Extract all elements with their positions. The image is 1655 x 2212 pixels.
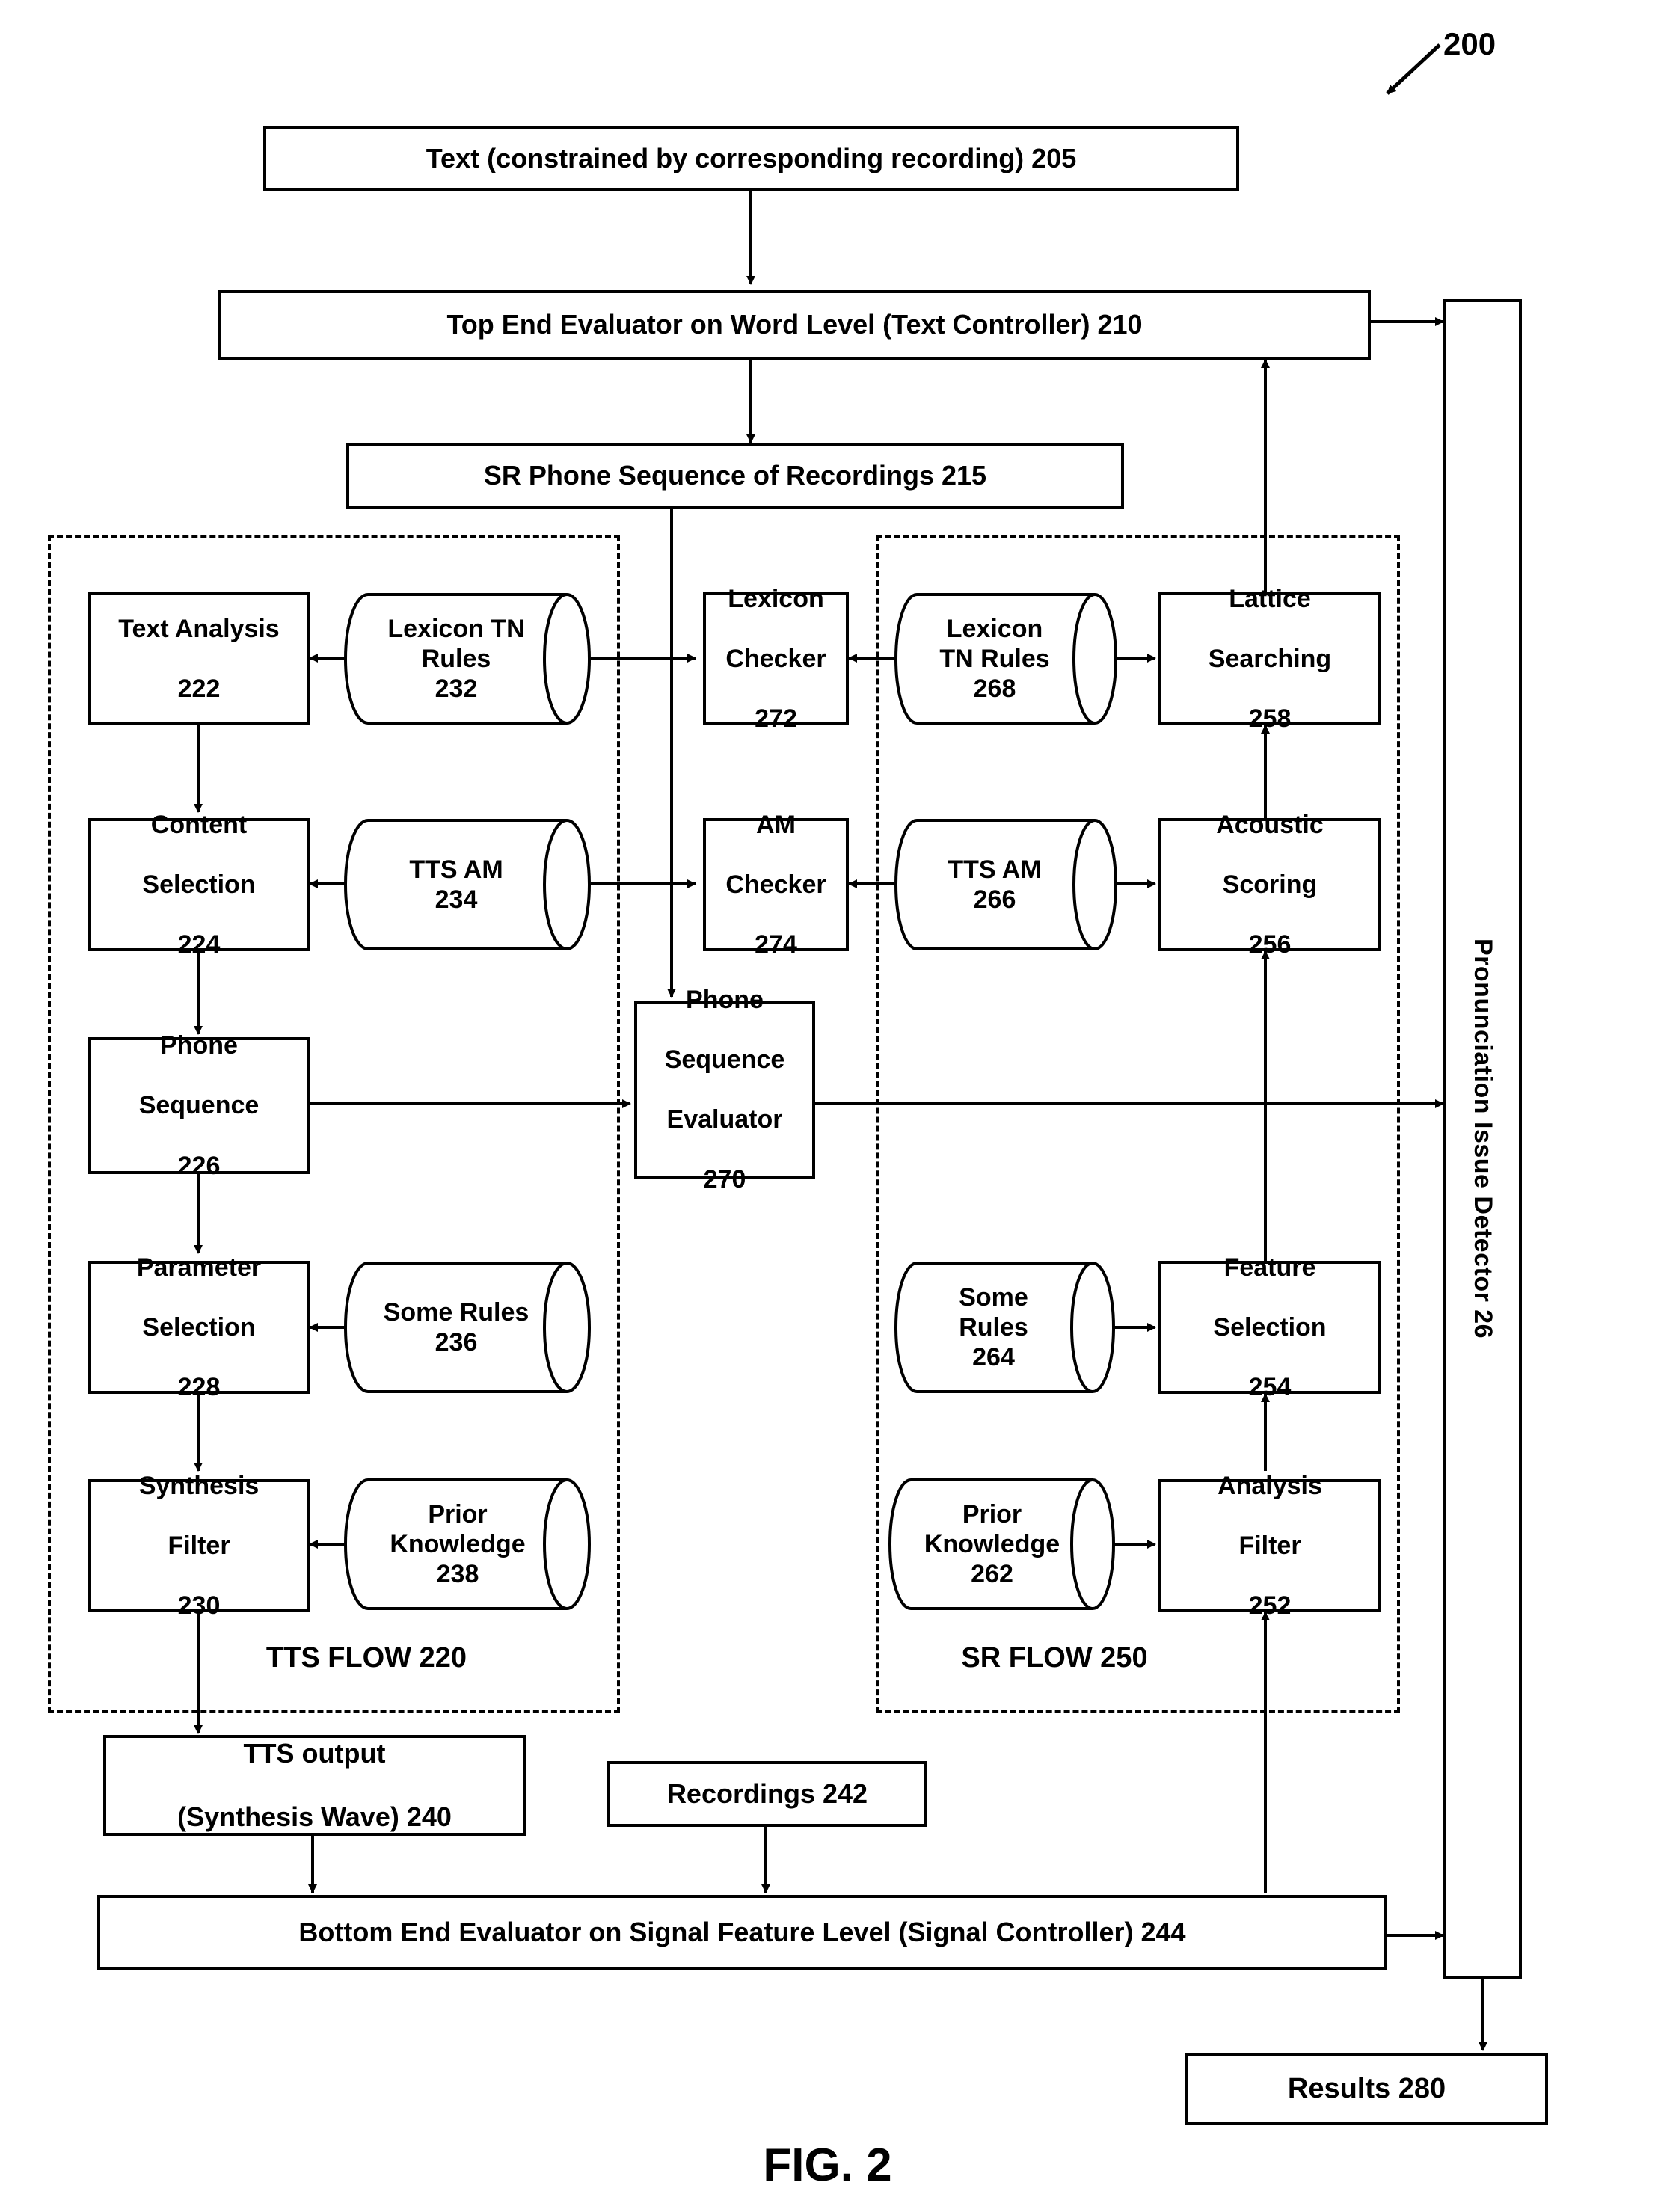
node-acoustic-scoring-256[interactable]: Acoustic Scoring 256 [1158,811,1381,959]
node-pronunciation-issue-detector-label: Pronunciation Issue Detector 26 [1469,938,1497,1339]
node-lattice-searching-258-label: Lattice Searching 258 [1208,584,1332,734]
node-parameter-selection-228-label: Parameter Selection 228 [136,1253,262,1402]
node-text-analysis-label: Text Analysis 222 [118,614,280,704]
node-synthesis-filter-230[interactable]: Synthesis Filter 230 [88,1472,310,1620]
node-lexicon-tn-rules-268-label: Lexicon TN Rules 268 [939,614,1050,704]
node-phone-sequence-evaluator-270-label: Phone Sequence Evaluator 270 [664,985,785,1194]
node-bottom-end-evaluator-244[interactable]: Bottom End Evaluator on Signal Feature L… [97,1895,1387,1970]
node-tts-am-234[interactable]: TTS AM 234 [344,818,591,951]
figure-canvas: 200 TTS FLOW 220 SR FLOW 250 Text (const… [0,0,1655,2212]
node-top-end-evaluator-label: Top End Evaluator on Word Level (Text Co… [446,309,1143,340]
node-text-input-label: Text (constrained by corresponding recor… [426,142,1077,173]
node-phone-sequence-evaluator-270[interactable]: Phone Sequence Evaluator 270 [634,986,815,1193]
sr-flow-label: SR FLOW 250 [961,1642,1148,1674]
node-lexicon-checker-272-label: Lexicon Checker 272 [725,584,826,734]
node-sr-phone-sequence-label: SR Phone Sequence of Recordings 215 [483,459,987,491]
node-results-280-label: Results 280 [1287,2072,1446,2104]
node-some-rules-236-label: Some Rules 236 [383,1297,529,1357]
node-pronunciation-issue-detector[interactable]: Pronunciation Issue Detector 26 [1443,299,1522,1979]
node-am-checker-274[interactable]: AM Checker 274 [703,811,849,959]
node-lexicon-tn-rules-232[interactable]: Lexicon TN Rules 232 [344,592,591,725]
node-text-input[interactable]: Text (constrained by corresponding recor… [263,126,1239,191]
node-phone-sequence-226-label: Phone Sequence 226 [138,1031,260,1180]
node-tts-am-266-label: TTS AM 266 [948,855,1042,914]
node-lexicon-tn-rules-268[interactable]: Lexicon TN Rules 268 [894,592,1117,725]
node-feature-selection-254-label: Feature Selection 254 [1213,1253,1327,1402]
node-sr-phone-sequence[interactable]: SR Phone Sequence of Recordings 215 [346,443,1124,509]
node-some-rules-264[interactable]: Some Rules 264 [894,1261,1115,1394]
node-parameter-selection-228[interactable]: Parameter Selection 228 [88,1253,310,1401]
reference-numeral-200: 200 [1443,26,1496,61]
node-tts-output-240[interactable]: TTS output (Synthesis Wave) 240 [103,1735,526,1836]
node-lexicon-tn-rules-232-label: Lexicon TN Rules 232 [387,614,525,704]
node-tts-output-240-label: TTS output (Synthesis Wave) 240 [177,1737,452,1832]
node-synthesis-filter-230-label: Synthesis Filter 230 [138,1471,260,1620]
tts-flow-label: TTS FLOW 220 [265,1642,467,1674]
node-top-end-evaluator[interactable]: Top End Evaluator on Word Level (Text Co… [218,290,1371,360]
node-feature-selection-254[interactable]: Feature Selection 254 [1158,1253,1381,1401]
node-text-analysis[interactable]: Text Analysis 222 [88,592,310,725]
node-tts-am-266[interactable]: TTS AM 266 [894,818,1117,951]
node-bottom-end-evaluator-244-label: Bottom End Evaluator on Signal Feature L… [298,1916,1186,1947]
node-analysis-filter-252-label: Analysis Filter 252 [1218,1471,1322,1620]
node-results-280[interactable]: Results 280 [1185,2053,1548,2125]
node-content-selection-224-label: Content Selection 224 [142,810,256,959]
node-acoustic-scoring-256-label: Acoustic Scoring 256 [1216,810,1324,959]
node-analysis-filter-252[interactable]: Analysis Filter 252 [1158,1472,1381,1620]
figure-caption: FIG. 2 [763,2139,892,2191]
node-prior-knowledge-262[interactable]: Prior Knowledge 262 [888,1478,1115,1611]
node-some-rules-264-label: Some Rules 264 [959,1282,1028,1372]
node-am-checker-274-label: AM Checker 274 [725,810,826,959]
node-recordings-242[interactable]: Recordings 242 [607,1761,927,1827]
node-lexicon-checker-272[interactable]: Lexicon Checker 272 [703,585,849,733]
node-some-rules-236[interactable]: Some Rules 236 [344,1261,591,1394]
node-phone-sequence-226[interactable]: Phone Sequence 226 [88,1031,310,1180]
node-lattice-searching-258[interactable]: Lattice Searching 258 [1158,585,1381,733]
node-prior-knowledge-238-label: Prior Knowledge 238 [390,1499,526,1589]
node-prior-knowledge-262-label: Prior Knowledge 262 [924,1499,1060,1589]
node-prior-knowledge-238[interactable]: Prior Knowledge 238 [344,1478,591,1611]
node-content-selection-224[interactable]: Content Selection 224 [88,811,310,959]
node-recordings-242-label: Recordings 242 [666,1778,868,1809]
node-tts-am-234-label: TTS AM 234 [409,855,503,914]
